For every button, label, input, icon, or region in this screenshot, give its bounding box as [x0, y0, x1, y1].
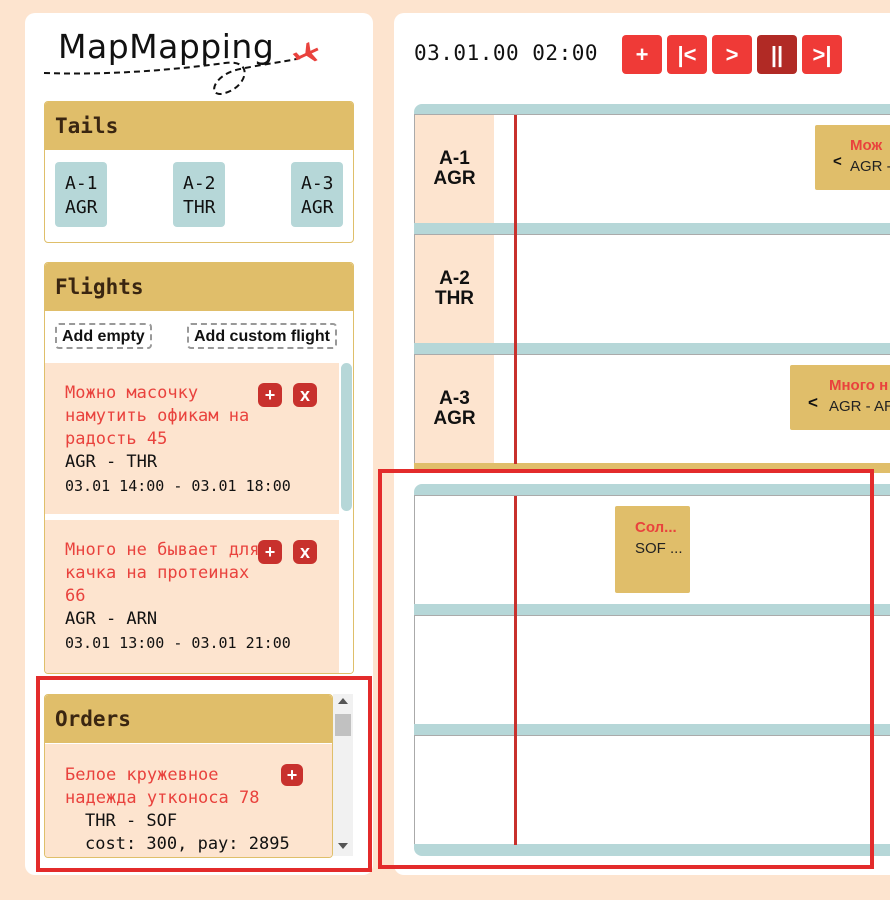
- pause-button[interactable]: ||: [757, 35, 797, 74]
- section-divider: [414, 463, 890, 473]
- lane-id: A-3: [439, 388, 470, 409]
- play-button[interactable]: >: [712, 35, 752, 74]
- tail-item-a1[interactable]: A-1 AGR: [55, 162, 107, 227]
- lane-base: THR: [434, 288, 475, 309]
- tail-base: THR: [183, 197, 216, 218]
- order-lane-1[interactable]: Сол... SOF ...: [414, 495, 890, 605]
- lane-label: A-1 AGR: [415, 115, 494, 223]
- add-empty-button[interactable]: Add empty: [55, 323, 152, 349]
- flight-time: 03.01 13:00 - 03.01 21:00: [65, 634, 291, 652]
- flight-route: AGR - THR: [65, 452, 158, 472]
- lane-id: A-1: [439, 148, 470, 169]
- rewind-button[interactable]: |<: [667, 35, 707, 74]
- block-arrow: <: [833, 153, 842, 170]
- airplane-icon: [292, 41, 319, 62]
- orders-scrollbar-thumb[interactable]: [335, 714, 351, 736]
- order-lane-3[interactable]: [414, 735, 890, 845]
- tail-base: AGR: [65, 197, 98, 218]
- flight-block[interactable]: Мож < AGR -: [815, 125, 890, 190]
- flight-time: 03.01 14:00 - 03.01 18:00: [65, 477, 291, 495]
- lane-separator: [414, 844, 890, 856]
- flights-title: Flights: [45, 263, 353, 311]
- tail-base: AGR: [301, 197, 334, 218]
- current-time: 03.01.00 02:00: [414, 41, 599, 65]
- order-title: Белое кружевное надежда утконоса 78: [65, 765, 260, 808]
- block-arrow: <: [808, 393, 818, 412]
- flight-remove-button[interactable]: x: [293, 540, 317, 564]
- lane-separator: [414, 223, 890, 234]
- flight-title: Много не бывает для качка на протеинах 6…: [65, 540, 260, 606]
- tail-id: A-3: [301, 173, 334, 194]
- block-route: SOF ...: [635, 540, 683, 557]
- lane-base: AGR: [433, 408, 476, 429]
- block-title: Много н: [829, 377, 889, 394]
- lane-separator: [414, 104, 890, 114]
- order-lane-2[interactable]: [414, 615, 890, 725]
- flights-card: Flights Add empty Add custom flight Можн…: [44, 262, 354, 674]
- lane-a3[interactable]: A-3 AGR Много н < AGR - AR: [414, 354, 890, 464]
- flights-scrollbar-thumb[interactable]: [341, 363, 352, 511]
- flight-route: AGR - ARN: [65, 609, 158, 629]
- flight-add-button[interactable]: +: [258, 383, 282, 407]
- forward-end-button[interactable]: >|: [802, 35, 842, 74]
- order-route: THR - SOF: [85, 811, 178, 831]
- add-custom-flight-button[interactable]: Add custom flight: [187, 323, 337, 349]
- zoom-in-button[interactable]: +: [622, 35, 662, 74]
- block-title: Сол...: [635, 519, 677, 536]
- scroll-up-icon[interactable]: [338, 698, 348, 704]
- lane-label: A-2 THR: [415, 235, 494, 343]
- app-title: MapMapping: [58, 27, 275, 66]
- left-panel: MapMapping Tails A-1 AGR A-2 THR A-3 AGR…: [25, 13, 373, 875]
- lane-id: A-2: [439, 268, 470, 289]
- order-item[interactable]: Белое кружевное надежда утконоса 78 + TH…: [45, 744, 332, 857]
- tail-item-a3[interactable]: A-3 AGR: [291, 162, 343, 227]
- flight-title: Можно масочку намутить офикам на радость…: [65, 383, 250, 449]
- flight-block[interactable]: Много н < AGR - AR: [790, 365, 890, 430]
- orders-scrollbar[interactable]: [333, 694, 353, 856]
- lane-base: AGR: [433, 168, 476, 189]
- orders-card: Orders Белое кружевное надежда утконоса …: [44, 694, 333, 858]
- lane-separator: [414, 484, 890, 495]
- scroll-down-icon[interactable]: [338, 843, 348, 849]
- tails-title: Tails: [45, 102, 353, 150]
- block-route: AGR - AR: [829, 398, 890, 415]
- lane-a1[interactable]: A-1 AGR Мож < AGR -: [414, 114, 890, 224]
- flight-item[interactable]: Много не бывает для качка на протеинах 6…: [45, 520, 339, 673]
- block-title: Мож: [850, 137, 883, 154]
- tails-card: Tails A-1 AGR A-2 THR A-3 AGR: [44, 101, 354, 243]
- flight-item[interactable]: Можно масочку намутить офикам на радость…: [45, 363, 339, 514]
- flight-remove-button[interactable]: x: [293, 383, 317, 407]
- lane-label: A-3 AGR: [415, 355, 494, 463]
- flight-add-button[interactable]: +: [258, 540, 282, 564]
- lane-separator: [414, 604, 890, 615]
- timeline-panel: 03.01.00 02:00 + |< > || >| A-1 AGR Мож <…: [394, 13, 890, 875]
- current-time-line: [514, 496, 517, 845]
- block-route: AGR -: [850, 158, 890, 175]
- flights-scrollbar[interactable]: [341, 363, 353, 673]
- orders-title: Orders: [45, 695, 332, 743]
- order-cost: cost: 300, pay: 2895: [85, 834, 290, 854]
- lane-separator: [414, 724, 890, 735]
- lane-a2[interactable]: A-2 THR: [414, 234, 890, 344]
- order-add-button[interactable]: +: [281, 764, 303, 786]
- tail-id: A-2: [183, 173, 216, 194]
- tail-item-a2[interactable]: A-2 THR: [173, 162, 225, 227]
- tail-id: A-1: [65, 173, 98, 194]
- order-block[interactable]: Сол... SOF ...: [615, 506, 690, 593]
- lane-separator: [414, 343, 890, 354]
- current-time-line: [514, 115, 517, 464]
